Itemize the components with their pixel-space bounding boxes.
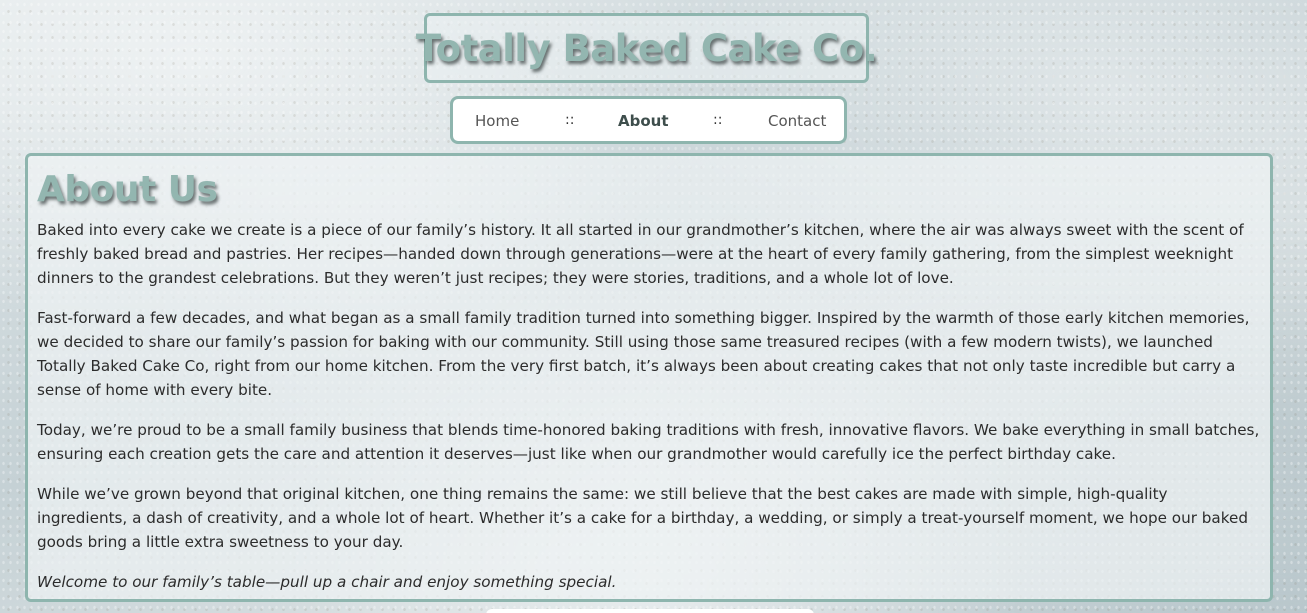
nav-separator: :: xyxy=(565,112,575,128)
about-paragraph: Baked into every cake we create is a pie… xyxy=(37,221,1244,287)
closing-line: Welcome to our family’s table—pull up a … xyxy=(37,573,617,591)
about-content: About Us Baked into every cake we create… xyxy=(25,153,1273,602)
nav-link-home[interactable]: Home xyxy=(475,112,519,130)
site-title: Totally Baked Cake Co. xyxy=(415,26,878,70)
site-header: Totally Baked Cake Co. xyxy=(416,13,878,83)
nav-link-about[interactable]: About xyxy=(618,112,669,130)
footer-box-edge xyxy=(486,609,814,613)
main-nav: Home :: About :: Contact xyxy=(450,96,847,144)
nav-link-contact[interactable]: Contact xyxy=(768,112,826,130)
page-title: About Us xyxy=(37,169,218,210)
nav-separator: :: xyxy=(713,112,723,128)
about-paragraph: While we’ve grown beyond that original k… xyxy=(37,485,1248,551)
about-paragraph: Today, we’re proud to be a small family … xyxy=(37,421,1260,463)
about-paragraph: Fast-forward a few decades, and what beg… xyxy=(37,309,1250,399)
